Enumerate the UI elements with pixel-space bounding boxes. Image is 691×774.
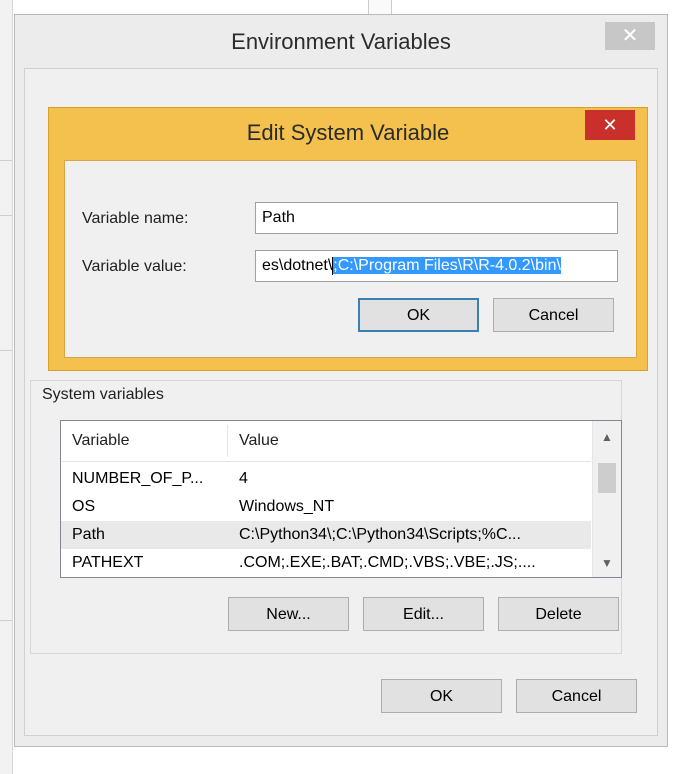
close-icon: ✕ xyxy=(602,115,618,135)
background-divider xyxy=(0,160,12,161)
row-value: .COM;.EXE;.BAT;.CMD;.VBS;.VBE;.JS;.... xyxy=(239,554,536,571)
background-divider xyxy=(0,620,12,621)
edit-dialog-client: Variable name: Path Variable value: es\d… xyxy=(64,160,637,358)
variable-name-label: Variable name: xyxy=(82,210,189,227)
list-header: Variable Value xyxy=(61,421,591,462)
edit-system-variable-dialog: Edit System Variable ✕ Variable name: Pa… xyxy=(48,107,648,371)
row-variable: NUMBER_OF_P... xyxy=(72,470,204,487)
scroll-down-icon[interactable]: ▼ xyxy=(593,551,621,575)
dialog-title: Edit System Variable xyxy=(246,120,450,145)
variable-value-selection: ;C:\Program Files\R\R-4.0.2\bin\ xyxy=(333,257,561,274)
delete-button[interactable]: Delete xyxy=(498,597,619,631)
edit-ok-button[interactable]: OK xyxy=(358,298,479,332)
column-separator[interactable] xyxy=(227,425,228,457)
env-cancel-button[interactable]: Cancel xyxy=(516,679,637,713)
variable-name-input[interactable]: Path xyxy=(255,202,618,234)
row-value: C:\Python34\;C:\Python34\Scripts;%C... xyxy=(239,526,521,543)
row-value: Windows_NT xyxy=(239,498,335,515)
env-ok-button[interactable]: OK xyxy=(381,679,502,713)
close-icon: ✕ xyxy=(621,25,639,47)
row-variable: PATHEXT xyxy=(72,554,144,571)
row-value: 4 xyxy=(239,470,248,487)
table-row[interactable]: PATHEXT .COM;.EXE;.BAT;.CMD;.VBS;.VBE;.J… xyxy=(61,549,591,577)
row-variable: OS xyxy=(72,498,96,515)
background-divider xyxy=(0,350,12,351)
background-divider xyxy=(0,215,12,216)
background-window-edge xyxy=(0,0,13,774)
variable-value-label: Variable value: xyxy=(82,258,187,275)
system-variables-list[interactable]: Variable Value NUMBER_OF_P... 4 OS Windo… xyxy=(60,420,622,578)
vertical-scrollbar[interactable]: ▲ ▼ xyxy=(592,421,621,577)
new-button[interactable]: New... xyxy=(228,597,349,631)
table-row[interactable]: NUMBER_OF_P... 4 xyxy=(61,465,591,493)
window-title: Environment Variables xyxy=(231,29,451,54)
variable-name-text: Path xyxy=(262,209,295,226)
variable-value-prefix: es\dotnet\ xyxy=(262,257,333,274)
variable-value-input[interactable]: es\dotnet\;C:\Program Files\R\R-4.0.2\bi… xyxy=(255,250,618,282)
row-variable: Path xyxy=(72,526,105,543)
system-variables-label: System variables xyxy=(38,386,168,404)
table-row-selected[interactable]: Path C:\Python34\;C:\Python34\Scripts;%C… xyxy=(61,521,591,549)
edit-button[interactable]: Edit... xyxy=(363,597,484,631)
scroll-up-icon[interactable]: ▲ xyxy=(593,425,621,449)
scrollbar-thumb[interactable] xyxy=(598,463,616,493)
column-header-value[interactable]: Value xyxy=(239,432,279,450)
column-header-variable[interactable]: Variable xyxy=(72,432,130,450)
dialog-close-button[interactable]: ✕ xyxy=(585,110,635,140)
close-button[interactable]: ✕ xyxy=(605,22,655,50)
table-row[interactable]: OS Windows_NT xyxy=(61,493,591,521)
edit-cancel-button[interactable]: Cancel xyxy=(493,298,614,332)
